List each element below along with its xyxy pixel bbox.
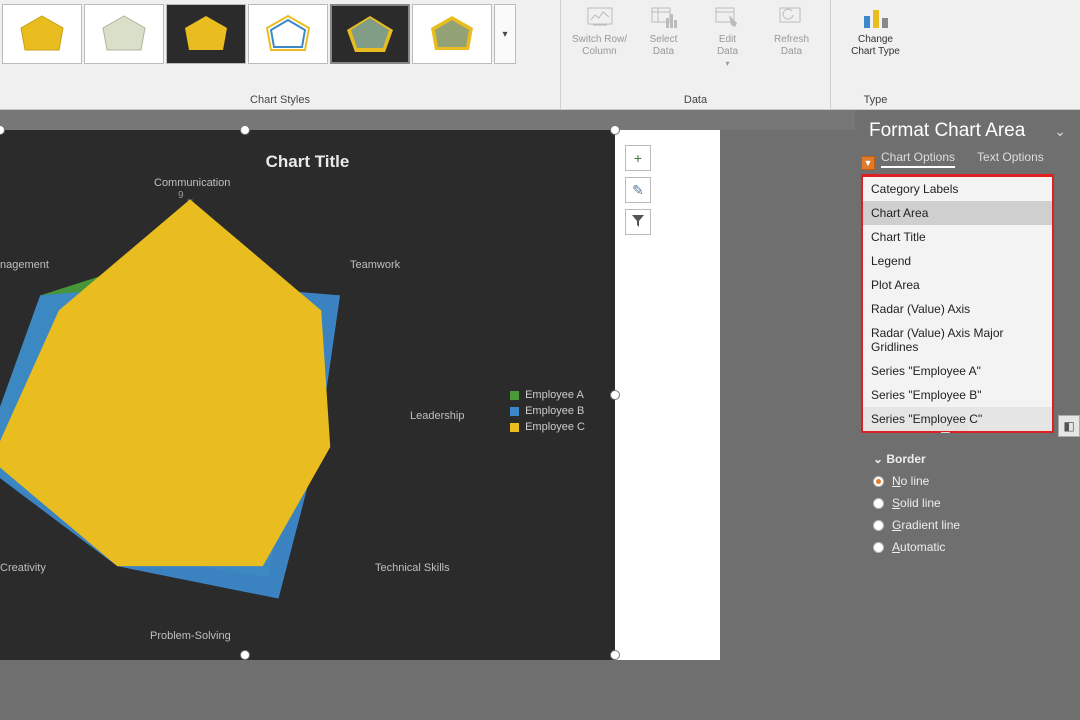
format-chart-area-pane: Format Chart Area ⌄ ▼ Chart Options Text…	[855, 110, 1080, 720]
dropdown-item[interactable]: Series "Employee B"	[863, 383, 1052, 407]
refresh-data-button[interactable]: Refresh Data	[762, 4, 822, 70]
category-label: Creativity	[0, 562, 46, 574]
legend-entry: Employee A	[510, 389, 585, 401]
axis-tick-max: 9	[178, 190, 184, 201]
border-solid-line-option[interactable]: Solid line	[873, 496, 960, 510]
category-label: Problem-Solving	[150, 630, 231, 642]
chart-element-dropdown[interactable]: Category Labels Chart Area Chart Title L…	[861, 174, 1054, 433]
type-group-label: Type	[864, 94, 888, 109]
dropdown-item[interactable]: Legend	[863, 249, 1052, 273]
ribbon: ▾ Chart Styles Switch Row/ Column Select…	[0, 0, 1080, 110]
chart-styles-button[interactable]: ✎	[625, 177, 651, 203]
legend-swatch-icon	[510, 407, 519, 416]
radio-icon	[873, 476, 884, 487]
category-label: Technical Skills	[375, 562, 450, 574]
style-thumb-1[interactable]	[2, 4, 82, 64]
funnel-icon	[631, 214, 645, 231]
edit-data-button[interactable]: Edit Data ▾	[698, 4, 758, 70]
pane-title: Format Chart Area ⌄	[855, 110, 1080, 150]
chart-element-dropdown-arrow[interactable]: ▼	[861, 156, 875, 170]
refresh-icon	[778, 4, 806, 32]
chart-type-icon	[862, 4, 890, 32]
selection-handle[interactable]	[240, 125, 250, 135]
legend-entry: Employee C	[510, 421, 585, 433]
dropdown-item[interactable]: Chart Area	[863, 201, 1052, 225]
chart-quick-buttons: + ✎	[625, 145, 651, 235]
selection-handle[interactable]	[610, 650, 620, 660]
switch-row-column-button[interactable]: Switch Row/ Column	[570, 4, 630, 70]
switch-icon	[586, 4, 614, 32]
chart-elements-button[interactable]: +	[625, 145, 651, 171]
border-gradient-line-option[interactable]: Gradient line	[873, 518, 960, 532]
fill-color-picker[interactable]: ◧	[1058, 415, 1080, 437]
data-group-label: Data	[561, 94, 830, 109]
chart-object[interactable]: Chart Title Communication 9 Teamwork Lea…	[0, 130, 720, 660]
border-automatic-option[interactable]: Automatic	[873, 540, 960, 554]
style-thumb-4[interactable]	[248, 4, 328, 64]
style-thumb-6[interactable]	[412, 4, 492, 64]
radio-icon	[873, 498, 884, 509]
dropdown-item[interactable]: Radar (Value) Axis	[863, 297, 1052, 321]
radio-icon	[873, 542, 884, 553]
category-label: Leadership	[410, 410, 464, 422]
style-thumb-3[interactable]	[166, 4, 246, 64]
chart-filters-button[interactable]	[625, 209, 651, 235]
data-group: Switch Row/ Column Select Data Edit Data…	[560, 0, 830, 109]
chart-styles-label: Chart Styles	[0, 94, 560, 109]
border-no-line-option[interactable]: No line	[873, 474, 960, 488]
dropdown-item[interactable]: Category Labels	[863, 177, 1052, 201]
tab-chart-options[interactable]: Chart Options	[881, 150, 955, 168]
tab-text-options[interactable]: Text Options	[977, 150, 1044, 168]
radio-icon	[873, 520, 884, 531]
style-thumb-5[interactable]	[330, 4, 410, 64]
chevron-down-icon[interactable]: ⌄	[1054, 123, 1066, 140]
border-header[interactable]: ⌄ Border	[873, 452, 960, 466]
border-section: ⌄ Border No line Solid line Gradient lin…	[873, 452, 960, 562]
selection-handle[interactable]	[240, 650, 250, 660]
category-label: Communication	[154, 177, 230, 189]
brush-icon: ✎	[632, 182, 644, 199]
dropdown-item[interactable]: Radar (Value) Axis Major Gridlines	[863, 321, 1052, 359]
select-data-icon	[650, 4, 678, 32]
fill-color-label: Color	[941, 420, 970, 434]
legend-entry: Employee B	[510, 405, 585, 417]
type-group: Change Chart Type Type	[830, 0, 920, 109]
pane-tabs: Chart Options Text Options	[855, 150, 1080, 174]
style-thumbnails: ▾	[0, 0, 560, 64]
chart-legend[interactable]: Employee A Employee B Employee C	[510, 385, 585, 437]
plus-icon: +	[634, 150, 642, 166]
dropdown-arrow-icon: ▾	[725, 58, 729, 70]
change-chart-type-button[interactable]: Change Chart Type	[846, 4, 906, 58]
style-thumb-2[interactable]	[84, 4, 164, 64]
dropdown-item[interactable]: Series "Employee A"	[863, 359, 1052, 383]
selection-handle[interactable]	[610, 390, 620, 400]
chart-styles-group: ▾ Chart Styles	[0, 0, 560, 109]
selection-handle[interactable]	[610, 125, 620, 135]
paint-bucket-icon: ◧	[1063, 419, 1074, 433]
legend-swatch-icon	[510, 391, 519, 400]
category-label: nagement	[0, 259, 49, 271]
edit-data-icon	[714, 4, 742, 32]
legend-swatch-icon	[510, 423, 519, 432]
select-data-button[interactable]: Select Data	[634, 4, 694, 70]
chart-plot-area[interactable]: Chart Title Communication 9 Teamwork Lea…	[0, 130, 615, 660]
style-gallery-more[interactable]: ▾	[494, 4, 516, 64]
dropdown-item[interactable]: Chart Title	[863, 225, 1052, 249]
dropdown-item[interactable]: Plot Area	[863, 273, 1052, 297]
category-label: Teamwork	[350, 259, 400, 271]
